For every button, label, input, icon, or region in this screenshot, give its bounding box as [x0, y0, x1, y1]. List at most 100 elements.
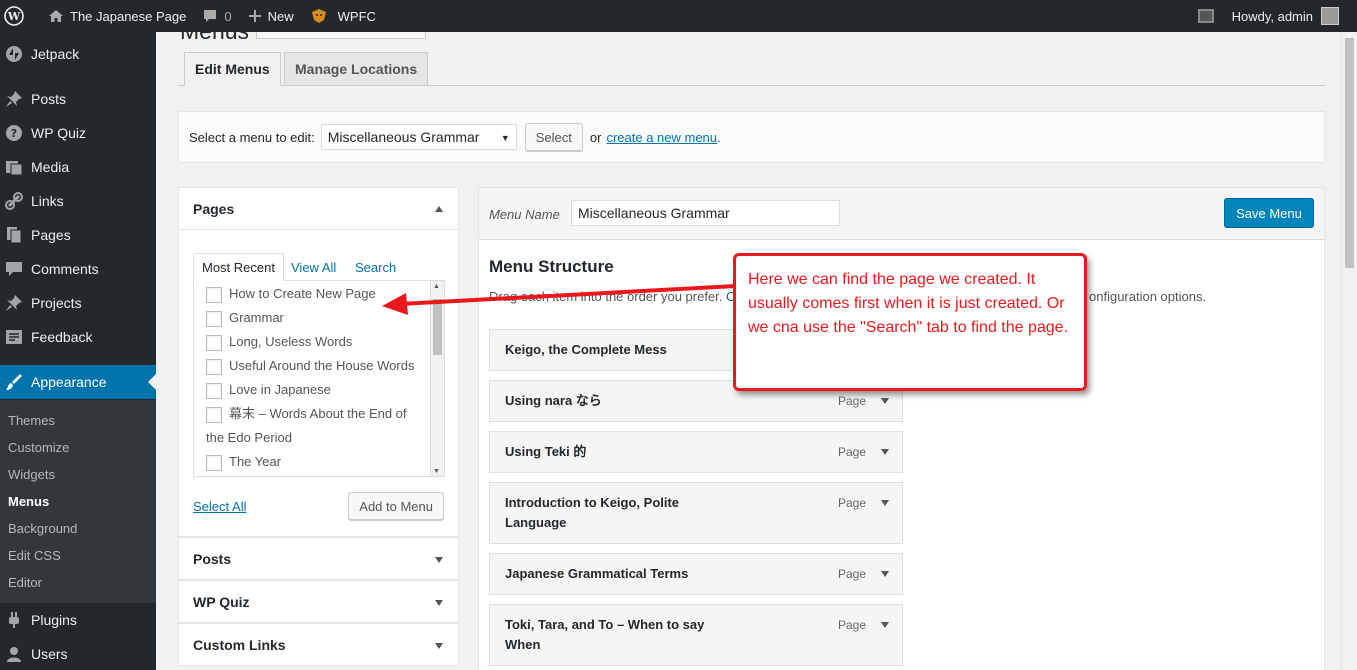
checkbox[interactable] — [206, 334, 222, 351]
admin-bar: W The Japanese Page 0 New WPFC Howdy, ad… — [0, 0, 1357, 32]
pages-panel-title: Pages — [193, 201, 235, 217]
submenu-menus[interactable]: Menus — [8, 494, 49, 509]
list-item[interactable]: How to Create New Page — [206, 282, 376, 306]
list-item[interactable]: Useful Around the House Words — [206, 354, 414, 378]
menu-select[interactable]: Miscellaneous Grammar ▼ — [320, 124, 517, 150]
menu-item-title: Using nara なら — [505, 393, 602, 408]
tab-most-recent[interactable]: Most Recent — [193, 253, 284, 281]
expand-arrow-icon[interactable] — [881, 500, 889, 506]
add-to-menu-button[interactable]: Add to Menu — [348, 492, 444, 520]
menu-name-value: Miscellaneous Grammar — [578, 205, 730, 221]
comment-bubble-icon — [204, 10, 217, 22]
comments-link[interactable]: 0 — [194, 0, 239, 32]
manage-with-live-preview-button[interactable] — [256, 32, 426, 39]
expand-arrow-icon[interactable] — [435, 600, 443, 606]
feedback-icon — [5, 328, 23, 346]
sidebar-item-label: Jetpack — [31, 46, 80, 62]
tab-view-all[interactable]: View All — [291, 253, 336, 281]
list-item-continuation: the Edo Period — [206, 430, 293, 445]
sidebar-item-media[interactable]: Media — [0, 150, 156, 184]
select-all-link[interactable]: Select All — [193, 499, 246, 514]
expand-arrow-icon[interactable] — [435, 643, 443, 649]
menu-name-label: Menu Name — [489, 207, 560, 222]
submenu-background[interactable]: Background — [8, 521, 77, 536]
sidebar-item-jetpack[interactable]: Jetpack — [0, 37, 156, 71]
sidebar-item-users[interactable]: Users — [0, 637, 156, 670]
comments-count: 0 — [224, 8, 232, 24]
submenu-widgets[interactable]: Widgets — [8, 467, 55, 482]
submenu-edit-css[interactable]: Edit CSS — [8, 548, 61, 563]
site-name-link[interactable]: The Japanese Page — [40, 0, 194, 32]
list-item[interactable]: Love in Japanese — [206, 378, 331, 402]
page-scrollbar[interactable] — [1341, 32, 1357, 670]
checkbox[interactable] — [206, 406, 222, 423]
account-greeting[interactable]: Howdy, admin — [1232, 9, 1313, 24]
wpfc-link[interactable]: WPFC — [302, 0, 384, 32]
list-item[interactable]: 幕末 – Words About the End of — [206, 402, 407, 426]
expand-arrow-icon[interactable] — [881, 622, 889, 628]
page-icon — [5, 226, 23, 244]
brush-icon — [5, 373, 23, 391]
avatar[interactable] — [1321, 7, 1339, 25]
sidebar-item-label: Posts — [31, 91, 67, 107]
menu-name-input[interactable]: Miscellaneous Grammar — [571, 200, 840, 226]
checkbox[interactable] — [206, 382, 222, 399]
checkbox[interactable] — [206, 310, 222, 327]
menu-item-title: Keigo, the Complete Mess — [505, 342, 667, 357]
sidebar-item-projects[interactable]: Projects — [0, 286, 156, 320]
sidebar-item-appearance[interactable]: Appearance — [0, 365, 156, 399]
sidebar-item-comments[interactable]: Comments — [0, 252, 156, 286]
list-item-label: How to Create New Page — [229, 286, 376, 301]
custom-links-panel[interactable]: Custom Links — [178, 623, 459, 666]
menu-item-type: Page — [837, 445, 866, 459]
screen-icon[interactable] — [1197, 9, 1214, 23]
expand-arrow-icon[interactable] — [435, 557, 443, 563]
tab-search[interactable]: Search — [355, 253, 396, 281]
pin-icon — [5, 294, 23, 312]
menu-structure-title: Menu Structure — [489, 257, 614, 276]
submenu-themes[interactable]: Themes — [8, 413, 55, 428]
pages-panel-header[interactable]: Pages — [179, 188, 458, 230]
new-content-link[interactable]: New — [240, 0, 302, 32]
sidebar-item-plugins[interactable]: Plugins — [0, 603, 156, 637]
sidebar-item-feedback[interactable]: Feedback — [0, 320, 156, 354]
menu-item[interactable]: Japanese Grammatical Terms Page — [489, 553, 903, 595]
wp-quiz-panel-title: WP Quiz — [193, 594, 250, 610]
checkbox[interactable] — [206, 454, 222, 471]
wordpress-logo-icon[interactable]: W — [0, 0, 40, 32]
pin-icon — [5, 90, 23, 108]
sidebar-item-label: Feedback — [31, 329, 93, 345]
submenu-customize[interactable]: Customize — [8, 440, 69, 455]
sidebar-item-links[interactable]: Links — [0, 184, 156, 218]
menu-item[interactable]: Using Teki 的 Page — [489, 431, 903, 473]
create-new-menu-link[interactable]: create a new menu — [606, 130, 717, 145]
save-menu-button[interactable]: Save Menu — [1224, 198, 1314, 228]
posts-panel[interactable]: Posts — [178, 537, 459, 580]
comment-icon — [5, 260, 23, 278]
page-title: Menus — [180, 32, 249, 45]
scroll-down-arrow-icon[interactable]: ▼ — [433, 468, 440, 475]
tab-edit-menus[interactable]: Edit Menus — [184, 52, 281, 86]
sidebar-item-wp-quiz[interactable]: ? WP Quiz — [0, 116, 156, 150]
wp-quiz-panel[interactable]: WP Quiz — [178, 580, 459, 623]
sidebar-item-pages[interactable]: Pages — [0, 218, 156, 252]
tab-manage-locations[interactable]: Manage Locations — [284, 52, 429, 86]
expand-arrow-icon[interactable] — [881, 571, 889, 577]
menu-item[interactable]: Introduction to Keigo, Polite Language P… — [489, 482, 903, 544]
expand-arrow-icon[interactable] — [881, 398, 889, 404]
submenu-editor[interactable]: Editor — [8, 575, 42, 590]
checkbox[interactable] — [206, 286, 222, 303]
menu-item-type: Page — [837, 618, 866, 632]
list-item[interactable]: Grammar — [206, 306, 284, 330]
sidebar-item-posts[interactable]: Posts — [0, 82, 156, 116]
menu-item[interactable]: Toki, Tara, and To – When to say When Pa… — [489, 604, 903, 666]
collapse-arrow-icon[interactable] — [435, 206, 443, 212]
home-icon — [49, 10, 63, 22]
select-button[interactable]: Select — [524, 123, 583, 151]
expand-arrow-icon[interactable] — [881, 449, 889, 455]
admin-sidebar: Jetpack Posts ? WP Quiz Media Links Page… — [0, 32, 156, 670]
list-item[interactable]: The Year — [206, 450, 281, 474]
checkbox[interactable] — [206, 358, 222, 375]
page-scroll-thumb[interactable] — [1345, 38, 1354, 268]
list-item[interactable]: Long, Useless Words — [206, 330, 352, 354]
